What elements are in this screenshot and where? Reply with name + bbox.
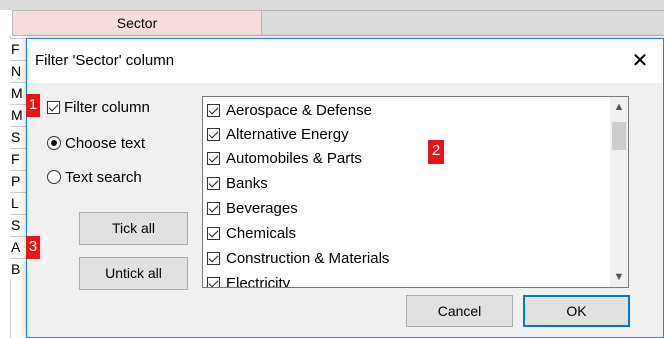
checkbox-checked-icon [207, 201, 220, 215]
list-item[interactable]: Chemicals [207, 224, 296, 248]
sector-column-header[interactable]: Sector [12, 10, 262, 36]
annotation-badge-1: 1 [26, 94, 40, 117]
dialog-titlebar[interactable]: Filter 'Sector' column ✕ [27, 39, 663, 83]
list-item[interactable]: Alternative Energy [207, 125, 349, 149]
checkbox-checked-icon [207, 103, 220, 117]
list-item-label: Electricity [226, 274, 291, 288]
choose-text-radio[interactable]: Choose text [47, 134, 145, 152]
choose-text-label: Choose text [65, 134, 146, 152]
row-cell[interactable]: M [10, 82, 26, 104]
untick-all-button[interactable]: Untick all [79, 257, 188, 290]
row-cell[interactable]: F [10, 148, 26, 170]
filter-column-label: Filter column [64, 98, 150, 116]
checkbox-checked-icon [207, 151, 220, 165]
row-cell[interactable]: M [10, 104, 26, 126]
row-cell[interactable]: F [10, 38, 26, 60]
list-item-label: Chemicals [226, 224, 297, 242]
list-item[interactable]: Banks [207, 174, 268, 198]
list-item[interactable]: Electricity [207, 274, 291, 288]
list-item-label: Banks [226, 174, 268, 192]
list-scrollbar[interactable]: ▲ ▼ [610, 97, 628, 287]
checkbox-checked-icon [207, 226, 220, 240]
header-filler [262, 10, 664, 36]
scroll-thumb[interactable] [612, 122, 626, 150]
filter-column-checkbox[interactable]: Filter column [47, 98, 150, 116]
scroll-down-arrow-icon[interactable]: ▼ [610, 269, 628, 287]
row-cell[interactable]: N [10, 60, 26, 82]
checkbox-checked-icon [207, 251, 220, 265]
tick-all-button[interactable]: Tick all [79, 212, 188, 245]
ok-button[interactable]: OK [523, 295, 630, 327]
sheet-top-strip [0, 0, 664, 10]
radio-selected-icon [47, 136, 61, 151]
list-item-label: Aerospace & Defense [226, 101, 372, 119]
radio-unselected-icon [47, 170, 61, 185]
row-cell[interactable]: L [10, 192, 26, 214]
list-item-label: Automobiles & Parts [226, 149, 362, 167]
checkbox-checked-icon [207, 176, 220, 190]
sector-values-list[interactable]: Aerospace & Defense Alternative Energy A… [202, 96, 629, 288]
annotation-badge-2: 2 [428, 140, 444, 164]
list-item[interactable]: Construction & Materials [207, 249, 389, 273]
list-item[interactable]: Automobiles & Parts [207, 149, 362, 173]
row-cell[interactable]: A [10, 236, 26, 258]
list-item[interactable]: Aerospace & Defense [207, 101, 372, 125]
row-cell[interactable]: P [10, 170, 26, 192]
scroll-up-arrow-icon[interactable]: ▲ [610, 97, 628, 115]
list-item-label: Alternative Energy [226, 125, 349, 143]
dialog-title: Filter 'Sector' column [35, 52, 175, 69]
checkbox-checked-icon [207, 276, 220, 287]
row-cell[interactable]: S [10, 214, 26, 236]
list-item-label: Construction & Materials [226, 249, 390, 267]
row-cell[interactable]: S [10, 126, 26, 148]
row-cell[interactable]: B [10, 258, 26, 280]
filter-dialog: Filter 'Sector' column ✕ Filter column C… [26, 38, 664, 338]
close-icon: ✕ [631, 50, 649, 72]
checkbox-checked-icon [47, 100, 60, 114]
text-search-label: Text search [65, 168, 142, 186]
annotation-badge-3: 3 [26, 236, 40, 259]
close-button[interactable]: ✕ [617, 39, 663, 83]
list-item-label: Beverages [226, 199, 298, 217]
list-item[interactable]: Beverages [207, 199, 298, 223]
text-search-radio[interactable]: Text search [47, 168, 142, 186]
checkbox-checked-icon [207, 127, 220, 141]
cancel-button[interactable]: Cancel [406, 295, 513, 327]
